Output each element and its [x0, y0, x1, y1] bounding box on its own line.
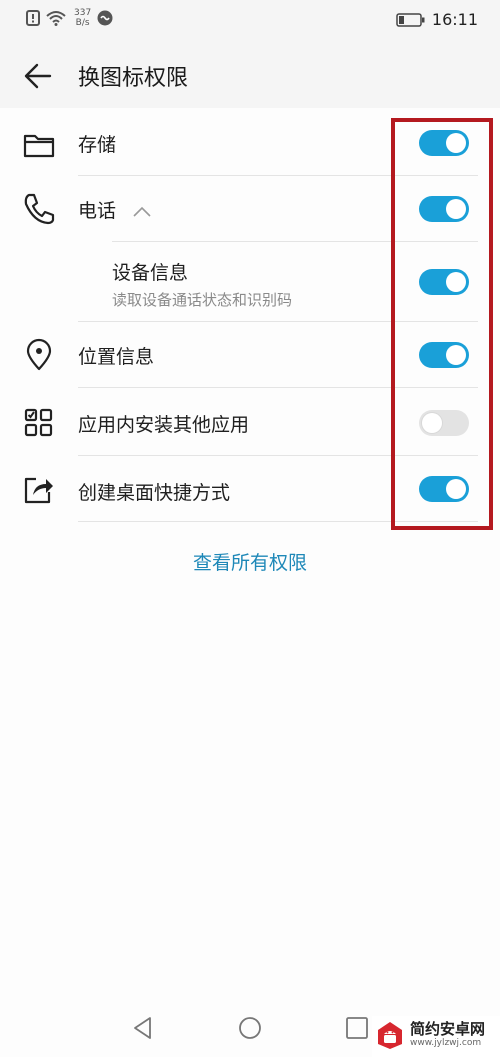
watermark-name: 简约安卓网 [410, 1020, 486, 1038]
permission-label: 设备信息 [112, 262, 189, 284]
net-speed-value: 337 [74, 8, 92, 18]
wifi-icon [46, 11, 66, 26]
permission-description: 读取设备通话状态和识别码 [112, 291, 293, 309]
alert-icon [26, 10, 40, 26]
app-header: 换图标权限 [0, 44, 500, 108]
permission-label: 电话 [78, 196, 152, 223]
highlight-box [391, 118, 493, 530]
network-speed: 337 B/s [74, 8, 91, 28]
folder-icon [23, 134, 55, 158]
chevron-up-icon[interactable] [132, 206, 152, 218]
view-all-permissions-link[interactable]: 查看所有权限 [0, 548, 500, 575]
permission-label: 应用内安装其他应用 [78, 414, 250, 436]
android-logo-icon [378, 1022, 402, 1049]
watermark: 简约安卓网 www.jylzwj.com [372, 1016, 500, 1057]
permission-label: 位置信息 [78, 346, 155, 368]
status-bar: 337 B/s 16:11 [0, 0, 500, 44]
clock: 16:11 [431, 10, 478, 29]
phone-label: 电话 [78, 200, 117, 222]
sync-icon [97, 10, 113, 26]
arrow-left-icon[interactable] [22, 60, 54, 92]
home-circle-icon[interactable] [237, 1015, 263, 1041]
page-title: 换图标权限 [78, 66, 189, 91]
share-shortcut-icon [24, 477, 53, 504]
location-pin-icon [26, 338, 52, 371]
back-triangle-icon[interactable] [130, 1015, 156, 1041]
battery-icon [396, 12, 425, 27]
watermark-url: www.jylzwj.com [410, 1038, 482, 1048]
phone-icon [24, 193, 55, 225]
permission-label: 创建桌面快捷方式 [78, 482, 231, 504]
recents-square-icon[interactable] [344, 1015, 370, 1041]
permission-label: 存储 [78, 134, 117, 156]
net-speed-unit: B/s [75, 18, 90, 28]
apps-grid-icon [24, 408, 53, 437]
